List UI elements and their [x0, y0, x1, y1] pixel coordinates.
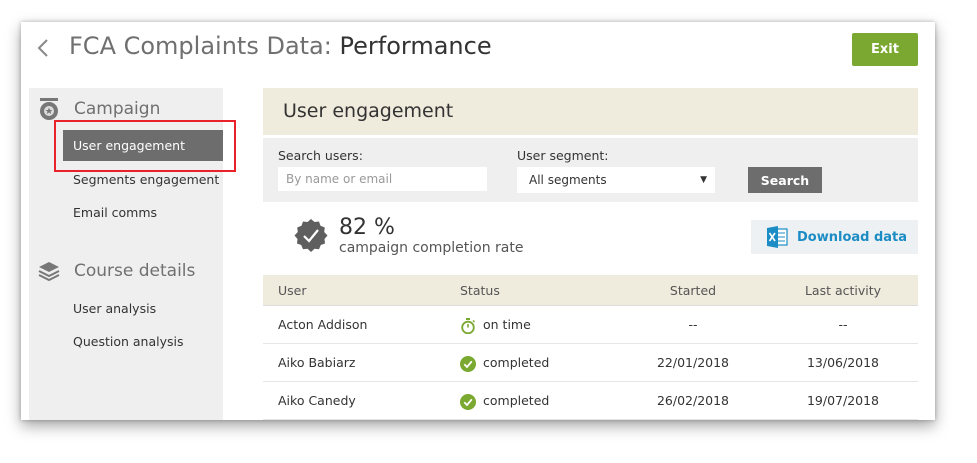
user-name: Aiko Babiarz — [278, 355, 356, 370]
sidebar-item-user-engagement[interactable]: User engagement — [63, 130, 223, 161]
status-text: completed — [483, 355, 550, 370]
sidebar-item-segments-engagement[interactable]: Segments engagement — [63, 164, 219, 195]
sidebar-heading-label: Course details — [74, 261, 196, 281]
column-header-last-activity[interactable]: Last activity — [773, 275, 913, 306]
sidebar-item-user-analysis[interactable]: User analysis — [63, 293, 156, 324]
dropdown-arrow-icon: ▼ — [700, 175, 707, 185]
completion-label: campaign completion rate — [339, 240, 524, 256]
last-activity-date: 13/06/2018 — [806, 355, 880, 370]
search-users-label: Search users: — [278, 148, 363, 163]
status-cell: on time — [460, 306, 531, 344]
search-button[interactable]: Search — [748, 167, 822, 193]
completion-badge-icon — [294, 219, 328, 252]
status-cell: completed — [460, 382, 549, 420]
user-segment-label: User segment: — [517, 148, 609, 163]
download-data-label: Download data — [797, 229, 908, 245]
table-row[interactable]: Aiko Canedy completed 26/02/2018 19/07/2… — [263, 382, 918, 420]
stopwatch-icon — [461, 318, 476, 334]
main-content: User engagement Search users: User segme… — [263, 88, 918, 420]
segment-select[interactable]: All segments ▼ — [517, 167, 715, 193]
sidebar-item-question-analysis[interactable]: Question analysis — [63, 326, 184, 357]
table-row[interactable]: Acton Addison on time -- -- — [263, 306, 918, 344]
page-title: FCA Complaints Data: Performance — [69, 32, 492, 60]
user-name: Acton Addison — [278, 317, 368, 332]
status-text: on time — [483, 317, 531, 332]
excel-icon — [767, 226, 788, 248]
status-cell: completed — [460, 344, 549, 382]
completion-percent: 82 % — [339, 215, 395, 240]
last-activity-date: 19/07/2018 — [806, 393, 880, 408]
campaign-badge-icon — [40, 98, 58, 120]
status-text: completed — [483, 393, 550, 408]
column-header-started[interactable]: Started — [623, 275, 763, 306]
app-title: FCA Complaints Data: — [69, 32, 332, 60]
sidebar: Campaign User engagement Segments engage… — [29, 88, 223, 420]
page-subtitle: Performance — [339, 32, 492, 60]
chevron-left-icon — [37, 39, 48, 57]
users-table: User Status Started Last activity Acton … — [263, 275, 918, 420]
stacked-layers-icon — [38, 262, 60, 282]
sidebar-heading-label: Campaign — [74, 99, 161, 119]
check-circle-icon — [460, 356, 476, 372]
started-date: 26/02/2018 — [656, 393, 730, 408]
table-header: User Status Started Last activity — [263, 275, 918, 306]
app-window: FCA Complaints Data: Performance Exit Ca… — [21, 22, 935, 420]
started-date: -- — [688, 317, 698, 332]
segment-select-value: All segments — [529, 173, 607, 187]
completion-summary: 82 % campaign completion rate — [293, 216, 523, 256]
user-name: Aiko Canedy — [278, 393, 356, 408]
last-activity-date: -- — [838, 317, 848, 332]
sidebar-item-email-comms[interactable]: Email comms — [63, 197, 157, 228]
filter-bar: Search users: User segment: All segments… — [263, 138, 918, 202]
sidebar-heading-course-details: Course details — [37, 259, 195, 283]
download-data-button[interactable]: Download data — [751, 220, 918, 254]
sidebar-heading-campaign: Campaign — [37, 97, 160, 121]
table-row[interactable]: Aiko Babiarz completed 22/01/2018 13/06/… — [263, 344, 918, 382]
started-date: 22/01/2018 — [656, 355, 730, 370]
check-circle-icon — [460, 394, 476, 410]
search-input[interactable] — [278, 167, 487, 191]
column-header-user[interactable]: User — [278, 275, 307, 306]
section-title: User engagement — [263, 88, 918, 135]
column-header-status[interactable]: Status — [460, 275, 500, 306]
back-button[interactable] — [33, 34, 53, 62]
exit-button[interactable]: Exit — [852, 33, 918, 66]
